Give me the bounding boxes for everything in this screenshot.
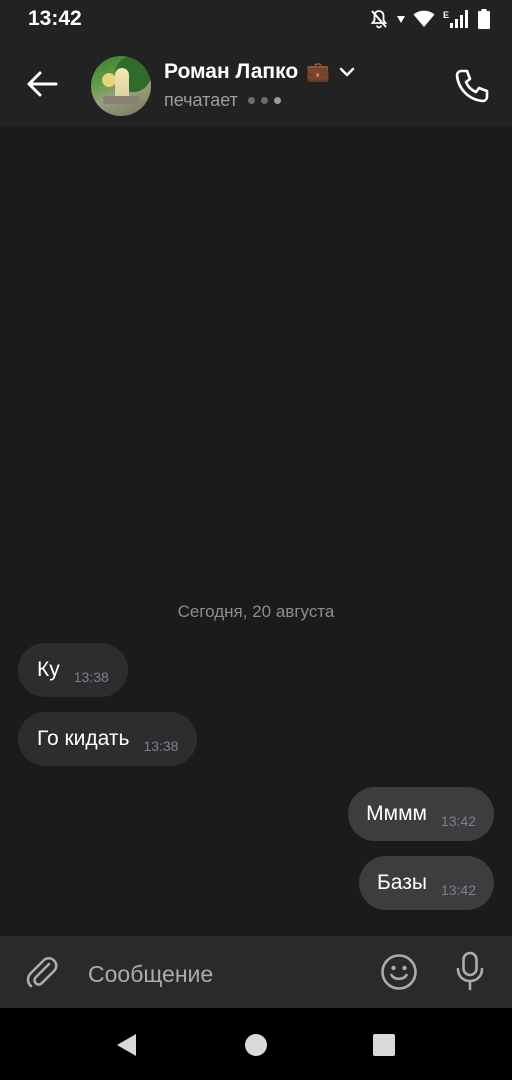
message-incoming[interactable]: Го кидать 13:38 <box>18 712 198 766</box>
back-arrow-icon[interactable] <box>22 66 62 102</box>
nav-back-icon[interactable] <box>114 1032 140 1058</box>
message-time: 13:38 <box>143 738 179 754</box>
message-composer <box>0 936 512 1008</box>
chat-header: Роман Лапко 💼 печатает <box>0 38 512 126</box>
message-text: Базы <box>377 871 427 894</box>
phone-icon[interactable] <box>452 66 492 106</box>
nav-home-icon[interactable] <box>245 1034 267 1056</box>
message-input[interactable] <box>86 955 360 993</box>
chevron-down-icon[interactable] <box>338 66 356 78</box>
bell-off-icon <box>370 10 388 29</box>
message-outgoing[interactable]: Базы 13:42 <box>359 856 494 910</box>
status-icons: E <box>369 8 490 30</box>
cell-signal-icon <box>450 10 468 28</box>
message-time: 13:42 <box>440 882 476 898</box>
message-outgoing[interactable]: Мммм 13:42 <box>348 787 494 841</box>
microphone-icon[interactable] <box>450 950 490 992</box>
contact-avatar[interactable] <box>91 56 151 116</box>
signal-arrow-icon <box>396 16 405 23</box>
message-list[interactable]: Сегодня, 20 августа Ку 13:38 Го кидать 1… <box>0 126 512 936</box>
network-type-label: E <box>442 10 449 20</box>
message-time: 13:38 <box>73 669 109 685</box>
status-bar: 13:42 E <box>0 0 512 38</box>
message-incoming[interactable]: Ку 13:38 <box>18 643 128 697</box>
status-time: 13:42 <box>28 7 82 30</box>
wifi-icon <box>413 10 435 27</box>
emoji-icon[interactable] <box>379 952 419 992</box>
battery-icon <box>478 9 490 29</box>
contact-name-row[interactable]: Роман Лапко 💼 <box>164 60 356 84</box>
briefcase-emoji: 💼 <box>306 62 330 83</box>
message-text: Мммм <box>366 802 427 825</box>
typing-status-text: печатает <box>164 90 238 110</box>
message-text: Ку <box>37 658 60 681</box>
message-text: Го кидать <box>37 727 130 750</box>
date-separator: Сегодня, 20 августа <box>177 602 335 621</box>
avatar-bench <box>103 96 139 104</box>
typing-status: печатает <box>164 90 281 111</box>
contact-name: Роман Лапко <box>164 60 299 83</box>
typing-dots-icon <box>247 97 281 104</box>
nav-recents-icon[interactable] <box>373 1034 395 1056</box>
message-time: 13:42 <box>440 813 476 829</box>
paperclip-icon[interactable] <box>22 952 62 992</box>
system-nav-bar <box>0 1008 512 1080</box>
